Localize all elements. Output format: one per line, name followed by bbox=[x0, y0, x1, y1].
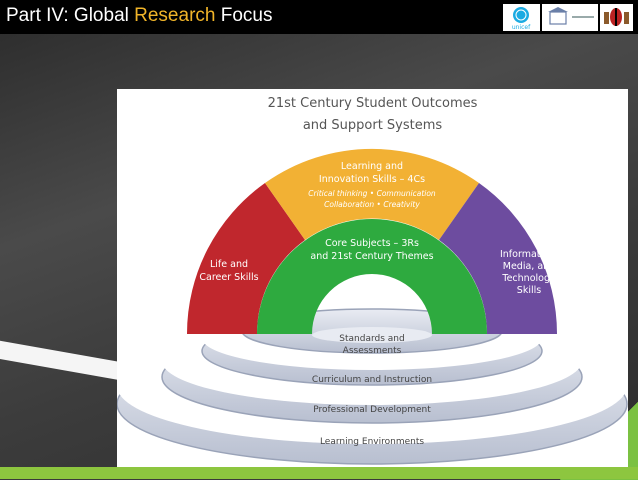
slide-title-suffix: Focus bbox=[215, 5, 273, 26]
slide-title-accent: Research bbox=[134, 5, 216, 26]
core-subjects-line2: and 21st Century Themes bbox=[310, 251, 433, 262]
partner-logos: unicef bbox=[503, 4, 633, 31]
diagram-panel: 21st Century Student Outcomes and Suppor… bbox=[117, 89, 628, 467]
unicef-logo-label: unicef bbox=[512, 24, 531, 31]
slide-title: Part IV: Global Research Focus bbox=[6, 5, 273, 27]
slide-title-prefix: Part IV: Global bbox=[6, 5, 135, 26]
core-subjects-line1: Core Subjects – 3Rs bbox=[325, 238, 419, 249]
info-media-tech-line1: Information, bbox=[500, 249, 558, 260]
life-career-line1: Life and bbox=[210, 259, 248, 270]
unesco-logo bbox=[542, 4, 598, 31]
slide-title-bar: Part IV: Global Research Focus unicef bbox=[0, 0, 638, 34]
info-media-tech-line3: Technology bbox=[501, 273, 556, 284]
learning-innovation-sub2: Collaboration • Creativity bbox=[324, 200, 420, 209]
rainbow-diagram: Life and Career Skills Learning and Inno… bbox=[117, 148, 628, 465]
coat-of-arms-icon bbox=[604, 8, 629, 26]
info-media-tech-line2: Media, and bbox=[503, 261, 555, 272]
ring-label-environments: Learning Environments bbox=[320, 437, 424, 447]
bottom-accent-bar bbox=[0, 467, 638, 479]
kenya-coat-of-arms-logo bbox=[600, 4, 633, 31]
unicef-globe-icon: unicef bbox=[512, 7, 531, 31]
ring-label-standards-line2: Assessments bbox=[343, 346, 402, 356]
learning-innovation-line2: Innovation Skills – 4Cs bbox=[319, 174, 425, 185]
ring-label-curriculum: Curriculum and Instruction bbox=[312, 375, 432, 385]
unicef-logo: unicef bbox=[503, 4, 540, 31]
learning-innovation-sub1: Critical thinking • Communication bbox=[308, 189, 436, 198]
unesco-temple-icon bbox=[548, 7, 594, 25]
learning-innovation-line1: Learning and bbox=[341, 161, 403, 172]
life-career-line2: Career Skills bbox=[199, 272, 258, 283]
ring-label-standards-line1: Standards and bbox=[339, 334, 404, 344]
info-media-tech-line4: Skills bbox=[517, 285, 541, 296]
ring-label-professional: Professional Development bbox=[313, 405, 431, 415]
